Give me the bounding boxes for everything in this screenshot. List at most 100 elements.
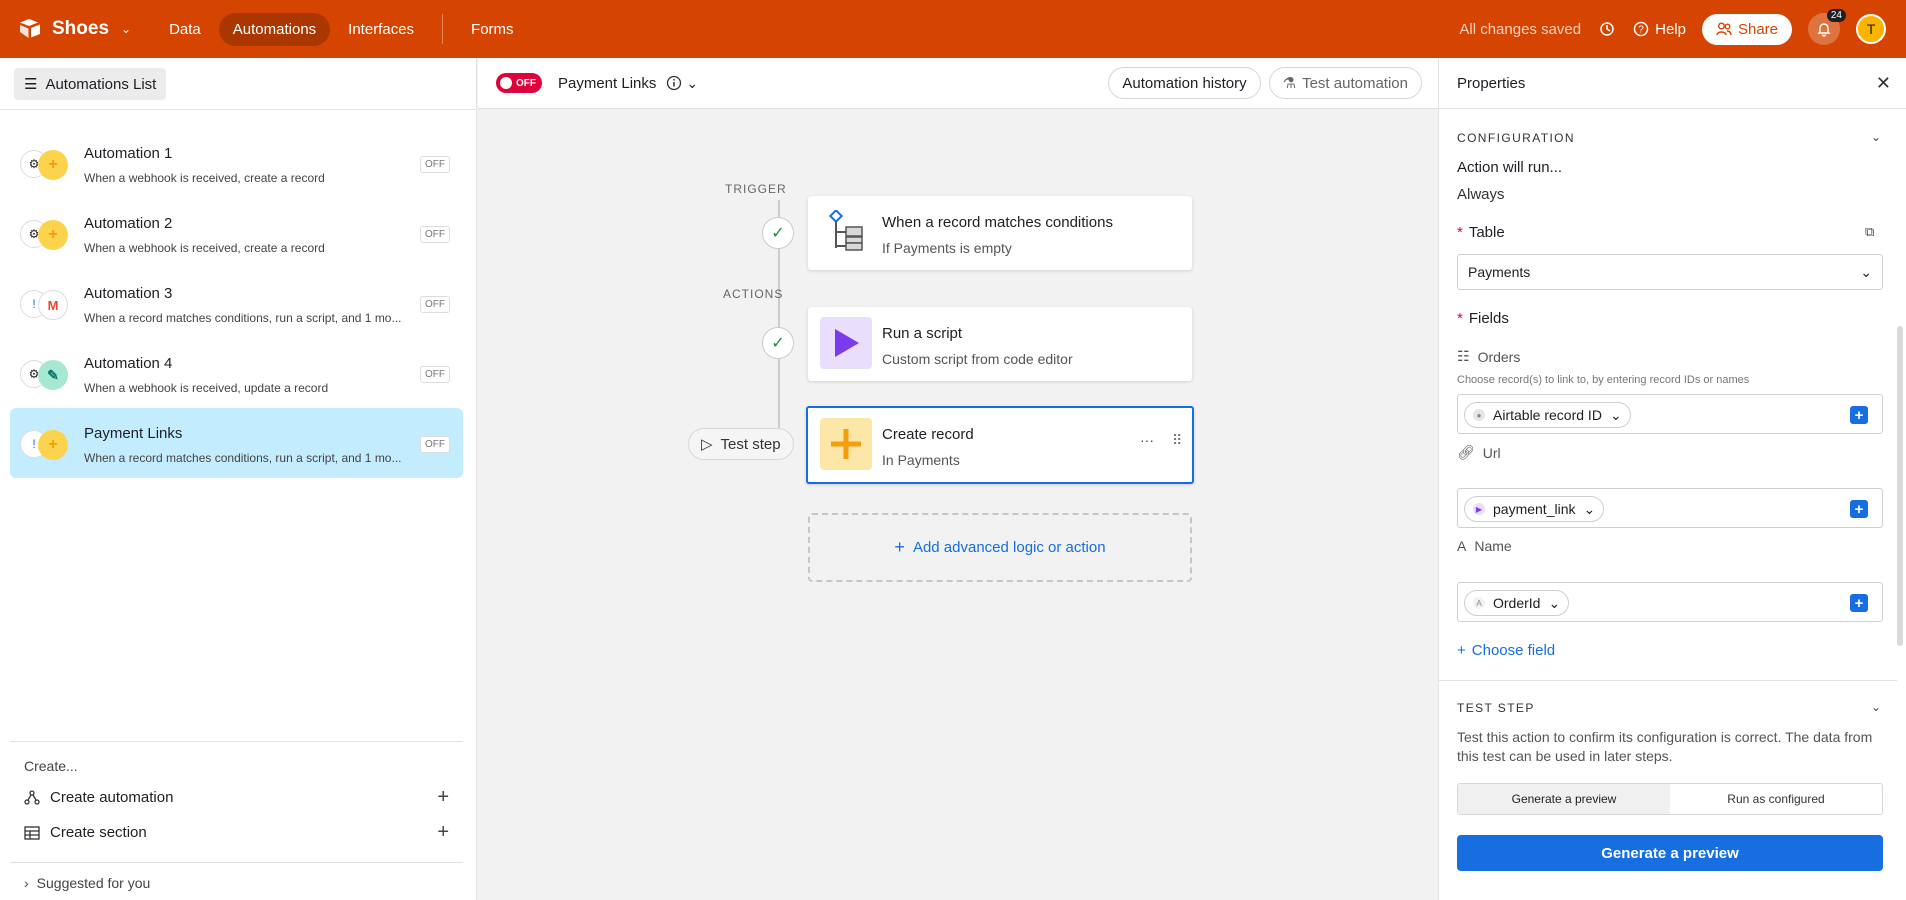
- more-icon[interactable]: ···: [1140, 432, 1154, 448]
- plus-icon: +: [1457, 642, 1466, 659]
- create-section: Create... Create automation + Create sec…: [10, 741, 463, 850]
- orders-input[interactable]: ● Airtable record ID ⌄ +: [1457, 394, 1883, 434]
- chevron-down-icon[interactable]: ⌄: [1871, 130, 1881, 144]
- create-section-button[interactable]: Create section +: [10, 815, 463, 850]
- chevron-down-icon: ⌄: [686, 74, 699, 91]
- automations-sidebar: ☰ Automations List ⚙ + Automation 1 When…: [0, 58, 477, 900]
- create-record-card[interactable]: Create record In Payments ··· ⠿: [806, 406, 1194, 484]
- create-record-icon: +: [38, 430, 68, 460]
- script-subtitle: Custom script from code editor: [882, 351, 1073, 367]
- test-step-label: Test step: [720, 435, 781, 453]
- help-icon: ?: [1633, 21, 1649, 37]
- suggested-label: Suggested for you: [36, 875, 151, 891]
- create-section-label: Create section: [50, 824, 147, 841]
- url-token[interactable]: ▶ payment_link ⌄: [1464, 496, 1605, 522]
- list-item[interactable]: ⚙ ✎ Automation 4 When a webhook is recei…: [10, 338, 463, 408]
- automation-icon: [24, 789, 40, 805]
- text-field-icon: A: [1473, 597, 1485, 609]
- nav-forms[interactable]: Forms: [457, 13, 528, 46]
- create-record-icon: [820, 418, 872, 470]
- automation-name[interactable]: Payment Links: [558, 75, 656, 92]
- list-item-selected[interactable]: ! + Payment Links When a record matches …: [10, 408, 463, 478]
- automation-history-button[interactable]: Automation history: [1108, 67, 1261, 99]
- test-step-description: Test this action to confirm its configur…: [1457, 729, 1873, 764]
- expand-icon[interactable]: ⧉: [1865, 224, 1874, 240]
- orders-token[interactable]: ● Airtable record ID ⌄: [1464, 402, 1631, 428]
- add-token-button[interactable]: +: [1850, 406, 1868, 424]
- list-item[interactable]: ⚙ + Automation 2 When a webhook is recei…: [10, 198, 463, 268]
- status-badge: OFF: [420, 156, 450, 173]
- text-field-icon: A: [1457, 538, 1467, 554]
- name-token[interactable]: A OrderId ⌄: [1464, 590, 1570, 616]
- url-input[interactable]: ▶ payment_link ⌄ +: [1457, 488, 1883, 528]
- table-select[interactable]: Payments ⌄: [1457, 254, 1883, 290]
- name-input[interactable]: A OrderId ⌄ +: [1457, 582, 1883, 622]
- test-step-button[interactable]: ▷ Test step: [688, 428, 794, 460]
- automations-list-button[interactable]: ☰ Automations List: [14, 68, 167, 100]
- drag-handle-icon[interactable]: ⠿: [1172, 432, 1182, 449]
- info-menu[interactable]: ⌄: [666, 75, 698, 92]
- table-icon: [24, 825, 40, 840]
- help-label: Help: [1655, 20, 1686, 38]
- properties-title: Properties: [1457, 74, 1526, 92]
- list-item[interactable]: ! M Automation 3 When a record matches c…: [10, 268, 463, 338]
- automation-description: When a webhook is received, create a rec…: [84, 241, 325, 255]
- automations-list-label: Automations List: [45, 75, 157, 93]
- save-status: All changes saved: [1459, 20, 1582, 38]
- orders-hint: Choose record(s) to link to, by entering…: [1457, 374, 1750, 386]
- test-step-header: TEST STEP: [1457, 701, 1535, 715]
- create-record-icon: +: [38, 150, 68, 180]
- scrollbar[interactable]: [1897, 326, 1903, 646]
- add-token-button[interactable]: +: [1850, 500, 1868, 518]
- automation-title: Automation 2: [84, 215, 173, 232]
- status-badge: OFF: [420, 226, 450, 243]
- nav-data[interactable]: Data: [155, 13, 215, 46]
- add-logic-label: Add advanced logic or action: [912, 539, 1106, 556]
- automation-list: ⚙ + Automation 1 When a webhook is recei…: [10, 128, 463, 478]
- trigger-card[interactable]: When a record matches conditions If Paym…: [808, 196, 1192, 270]
- plus-icon[interactable]: +: [437, 821, 449, 844]
- divider: [1439, 680, 1897, 681]
- close-icon[interactable]: ✕: [1876, 73, 1891, 94]
- base-switcher[interactable]: Shoes ⌄: [18, 18, 131, 40]
- status-badge: OFF: [420, 366, 450, 383]
- generate-preview-button[interactable]: Generate a preview: [1457, 835, 1883, 871]
- gmail-icon: M: [38, 290, 68, 320]
- flask-icon: ⚗: [1282, 75, 1297, 92]
- trigger-title: When a record matches conditions: [882, 214, 1113, 231]
- toggle-label: OFF: [516, 77, 536, 89]
- share-label: Share: [1737, 20, 1778, 38]
- airtable-logo-icon: [20, 19, 40, 38]
- history-icon[interactable]: [1597, 19, 1617, 39]
- add-token-button[interactable]: +: [1850, 594, 1868, 612]
- share-button[interactable]: Share: [1701, 13, 1792, 45]
- segment-run-as-configured[interactable]: Run as configured: [1670, 784, 1882, 814]
- create-record-icon: +: [38, 220, 68, 250]
- test-automation-button[interactable]: ⚗ Test automation: [1268, 67, 1422, 99]
- hamburger-icon: ☰: [24, 76, 38, 93]
- chevron-down-icon: ⌄: [1548, 594, 1561, 611]
- orders-label: ☷ Orders: [1457, 348, 1521, 365]
- automation-description: When a record matches conditions, run a …: [84, 311, 402, 325]
- list-item[interactable]: ⚙ + Automation 1 When a webhook is recei…: [10, 128, 463, 198]
- suggested-toggle[interactable]: › Suggested for you: [10, 862, 463, 900]
- nav-automations[interactable]: Automations: [218, 12, 331, 46]
- create-header: Create...: [24, 758, 78, 774]
- add-logic-button[interactable]: + Add advanced logic or action: [808, 513, 1192, 582]
- notifications-button[interactable]: 24: [1808, 9, 1846, 45]
- url-label: 🔗︎ Url: [1457, 444, 1501, 461]
- avatar[interactable]: T: [1856, 14, 1886, 44]
- automation-toggle[interactable]: OFF: [496, 73, 542, 93]
- plus-icon[interactable]: +: [437, 786, 449, 809]
- preview-mode-toggle: Generate a preview Run as configured: [1457, 783, 1883, 815]
- choose-field-button[interactable]: + Choose field: [1457, 642, 1555, 659]
- nav-interfaces[interactable]: Interfaces: [334, 13, 428, 46]
- automation-title: Automation 4: [84, 355, 173, 372]
- script-card[interactable]: Run a script Custom script from code edi…: [808, 307, 1192, 381]
- action-run-value: Always: [1457, 186, 1505, 203]
- chevron-down-icon[interactable]: ⌄: [1871, 700, 1881, 714]
- automation-description: When a record matches conditions, run a …: [84, 451, 402, 465]
- create-automation-button[interactable]: Create automation +: [10, 780, 463, 815]
- help-button[interactable]: ? Help: [1633, 21, 1686, 38]
- segment-generate-preview[interactable]: Generate a preview: [1458, 784, 1670, 814]
